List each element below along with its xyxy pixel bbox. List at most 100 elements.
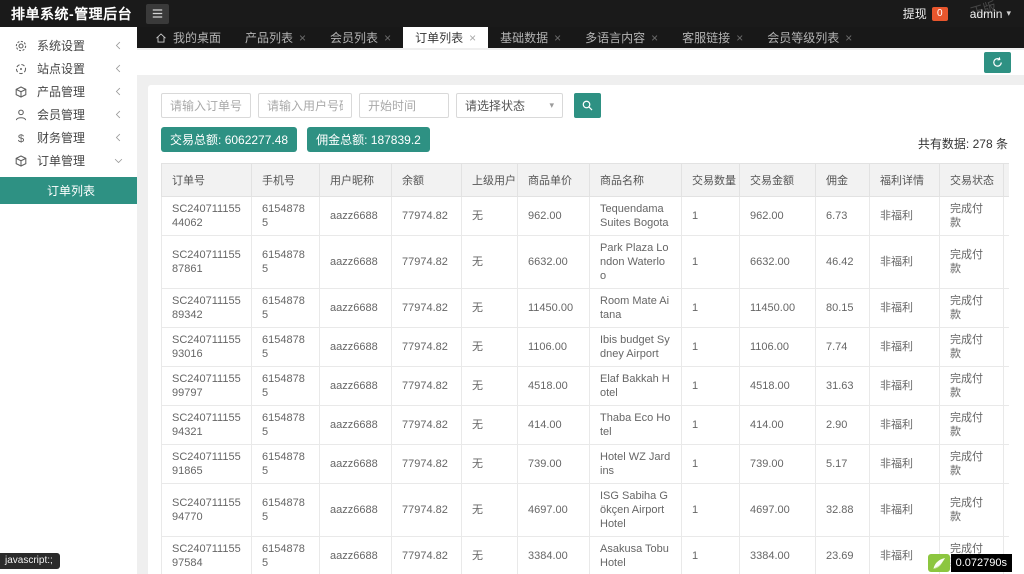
table-row: SC2407111559979761548785aazz668877974.82… [162,367,1010,406]
cell-amount: 962.00 [740,197,816,236]
cell-amount: 6632.00 [740,236,816,289]
search-button[interactable] [574,93,601,118]
cell-order-no: SC24071115589342 [162,289,252,328]
cell-unit-price: 11450.00 [518,289,590,328]
tab-label: 产品列表 [245,29,293,46]
column-header-extra [1004,164,1010,197]
close-icon[interactable]: × [845,32,852,44]
tab-member-level-list[interactable]: 会员等级列表× [755,27,864,48]
cell-status: 完成付款 [940,197,1004,236]
commission-total-badge[interactable]: 佣金总额: 187839.2 [307,127,430,152]
tab-member-list[interactable]: 会员列表× [318,27,403,48]
cell-balance: 77974.82 [392,197,462,236]
top-bar: 排单系统-管理后台 提现 0 admin ▾ 正版 [0,0,1024,27]
sidebar-toggle-button[interactable] [146,4,169,24]
cell-parent-user: 无 [462,537,518,574]
cell-balance: 77974.82 [392,537,462,574]
sidebar: 系统设置站点设置产品管理会员管理$财务管理订单管理 订单列表 [0,27,137,574]
close-icon[interactable]: × [554,32,561,44]
search-form: 请选择状态 ▾ [161,93,1011,118]
column-header-commission: 佣金 [816,164,870,197]
close-icon[interactable]: × [651,32,658,44]
cell-quantity: 1 [682,484,740,537]
tab-multilang-content[interactable]: 多语言内容× [573,27,670,48]
cell-phone: 61548785 [252,537,320,574]
sidebar-item-site-settings[interactable]: 站点设置 [0,57,137,80]
status-select[interactable]: 请选择状态 ▾ [456,93,563,118]
tab-product-list[interactable]: 产品列表 × [233,27,318,48]
cell-balance: 77974.82 [392,367,462,406]
trade-total-badge[interactable]: 交易总额: 6062277.48 [161,127,297,152]
order-no-input[interactable] [161,93,251,118]
cell-nickname: aazz6688 [320,236,392,289]
user-no-input[interactable] [258,93,352,118]
cell-product-name: Tequendama Suites Bogota [590,197,682,236]
tab-basic-data[interactable]: 基础数据× [488,27,573,48]
table-row: SC2407111559758461548785aazz668877974.82… [162,537,1010,574]
column-header-phone: 手机号 [252,164,320,197]
chevron-down-icon: ▾ [1006,8,1011,19]
cell-commission: 31.63 [816,367,870,406]
close-icon[interactable]: × [469,32,476,44]
chevron-down-icon: ▾ [549,100,554,111]
cell-parent-user: 无 [462,367,518,406]
cell-unit-price: 6632.00 [518,236,590,289]
cell-balance: 77974.82 [392,328,462,367]
sidebar-item-order-management[interactable]: 订单管理 [0,149,137,172]
cell-product-name: ISG Sabiha Gökçen Airport Hotel [590,484,682,537]
cell-quantity: 1 [682,537,740,574]
column-header-quantity: 交易数量 [682,164,740,197]
refresh-button[interactable] [984,52,1011,73]
sidebar-item-product-management[interactable]: 产品管理 [0,80,137,103]
close-icon[interactable]: × [299,32,306,44]
home-icon [155,32,167,44]
tab-my-desktop[interactable]: 我的桌面 [143,27,233,48]
cell-parent-user: 无 [462,328,518,367]
sidebar-item-finance-management[interactable]: $财务管理 [0,126,137,149]
sidebar-item-label: 财务管理 [37,129,113,146]
sidebar-item-order-list[interactable]: 订单列表 [0,177,137,204]
chevron-left-icon [113,86,124,97]
close-icon[interactable]: × [384,32,391,44]
cell-order-no: SC24071115544062 [162,197,252,236]
cell-commission: 6.73 [816,197,870,236]
cell-phone: 61548785 [252,197,320,236]
cell-quantity: 1 [682,406,740,445]
cell-welfare: 非福利 [870,367,940,406]
cell-nickname: aazz6688 [320,445,392,484]
cell-commission: 23.69 [816,537,870,574]
cell-product-name: Hotel WZ Jardins [590,445,682,484]
cell-balance: 77974.82 [392,484,462,537]
cell-balance: 77974.82 [392,406,462,445]
cell-order-no: SC24071115599797 [162,367,252,406]
cell-commission: 46.42 [816,236,870,289]
cell-phone: 61548785 [252,406,320,445]
start-time-input[interactable] [359,93,449,118]
cell-product-name: Ibis budget Sydney Airport [590,328,682,367]
cell-commission: 32.88 [816,484,870,537]
cell-unit-price: 3384.00 [518,537,590,574]
tab-support-link[interactable]: 客服链接 × [670,27,755,48]
sidebar-item-system-settings[interactable]: 系统设置 [0,34,137,57]
cell-welfare: 非福利 [870,328,940,367]
orders-table-wrap: 订单号手机号用户昵称余额上级用户商品单价商品名称交易数量交易金额佣金福利详情交易… [161,163,1009,574]
summary-row: 交易总额: 6062277.48 佣金总额: 187839.2 共有数据: 27… [161,127,1011,152]
cell-status: 完成付款 [940,445,1004,484]
cell-nickname: aazz6688 [320,289,392,328]
column-header-nickname: 用户昵称 [320,164,392,197]
cell-product-name: Asakusa Tobu Hotel [590,537,682,574]
withdraw-link[interactable]: 提现 [903,5,927,22]
table-row: SC2407111558786161548785aazz668877974.82… [162,236,1010,289]
sidebar-item-label: 订单管理 [37,152,113,169]
cell-commission: 2.90 [816,406,870,445]
cell-welfare: 非福利 [870,406,940,445]
user-menu[interactable]: admin ▾ [970,7,1011,21]
column-header-welfare: 福利详情 [870,164,940,197]
content-panel: 请选择状态 ▾ 交易总额: 6062277.48 佣金总额: 187839.2 [148,85,1024,574]
tab-order-list[interactable]: 订单列表× [403,27,488,48]
cell-unit-price: 1106.00 [518,328,590,367]
sidebar-item-member-management[interactable]: 会员管理 [0,103,137,126]
close-icon[interactable]: × [736,32,743,44]
cell-amount: 11450.00 [740,289,816,328]
tab-label: 客服链接 [682,29,730,46]
